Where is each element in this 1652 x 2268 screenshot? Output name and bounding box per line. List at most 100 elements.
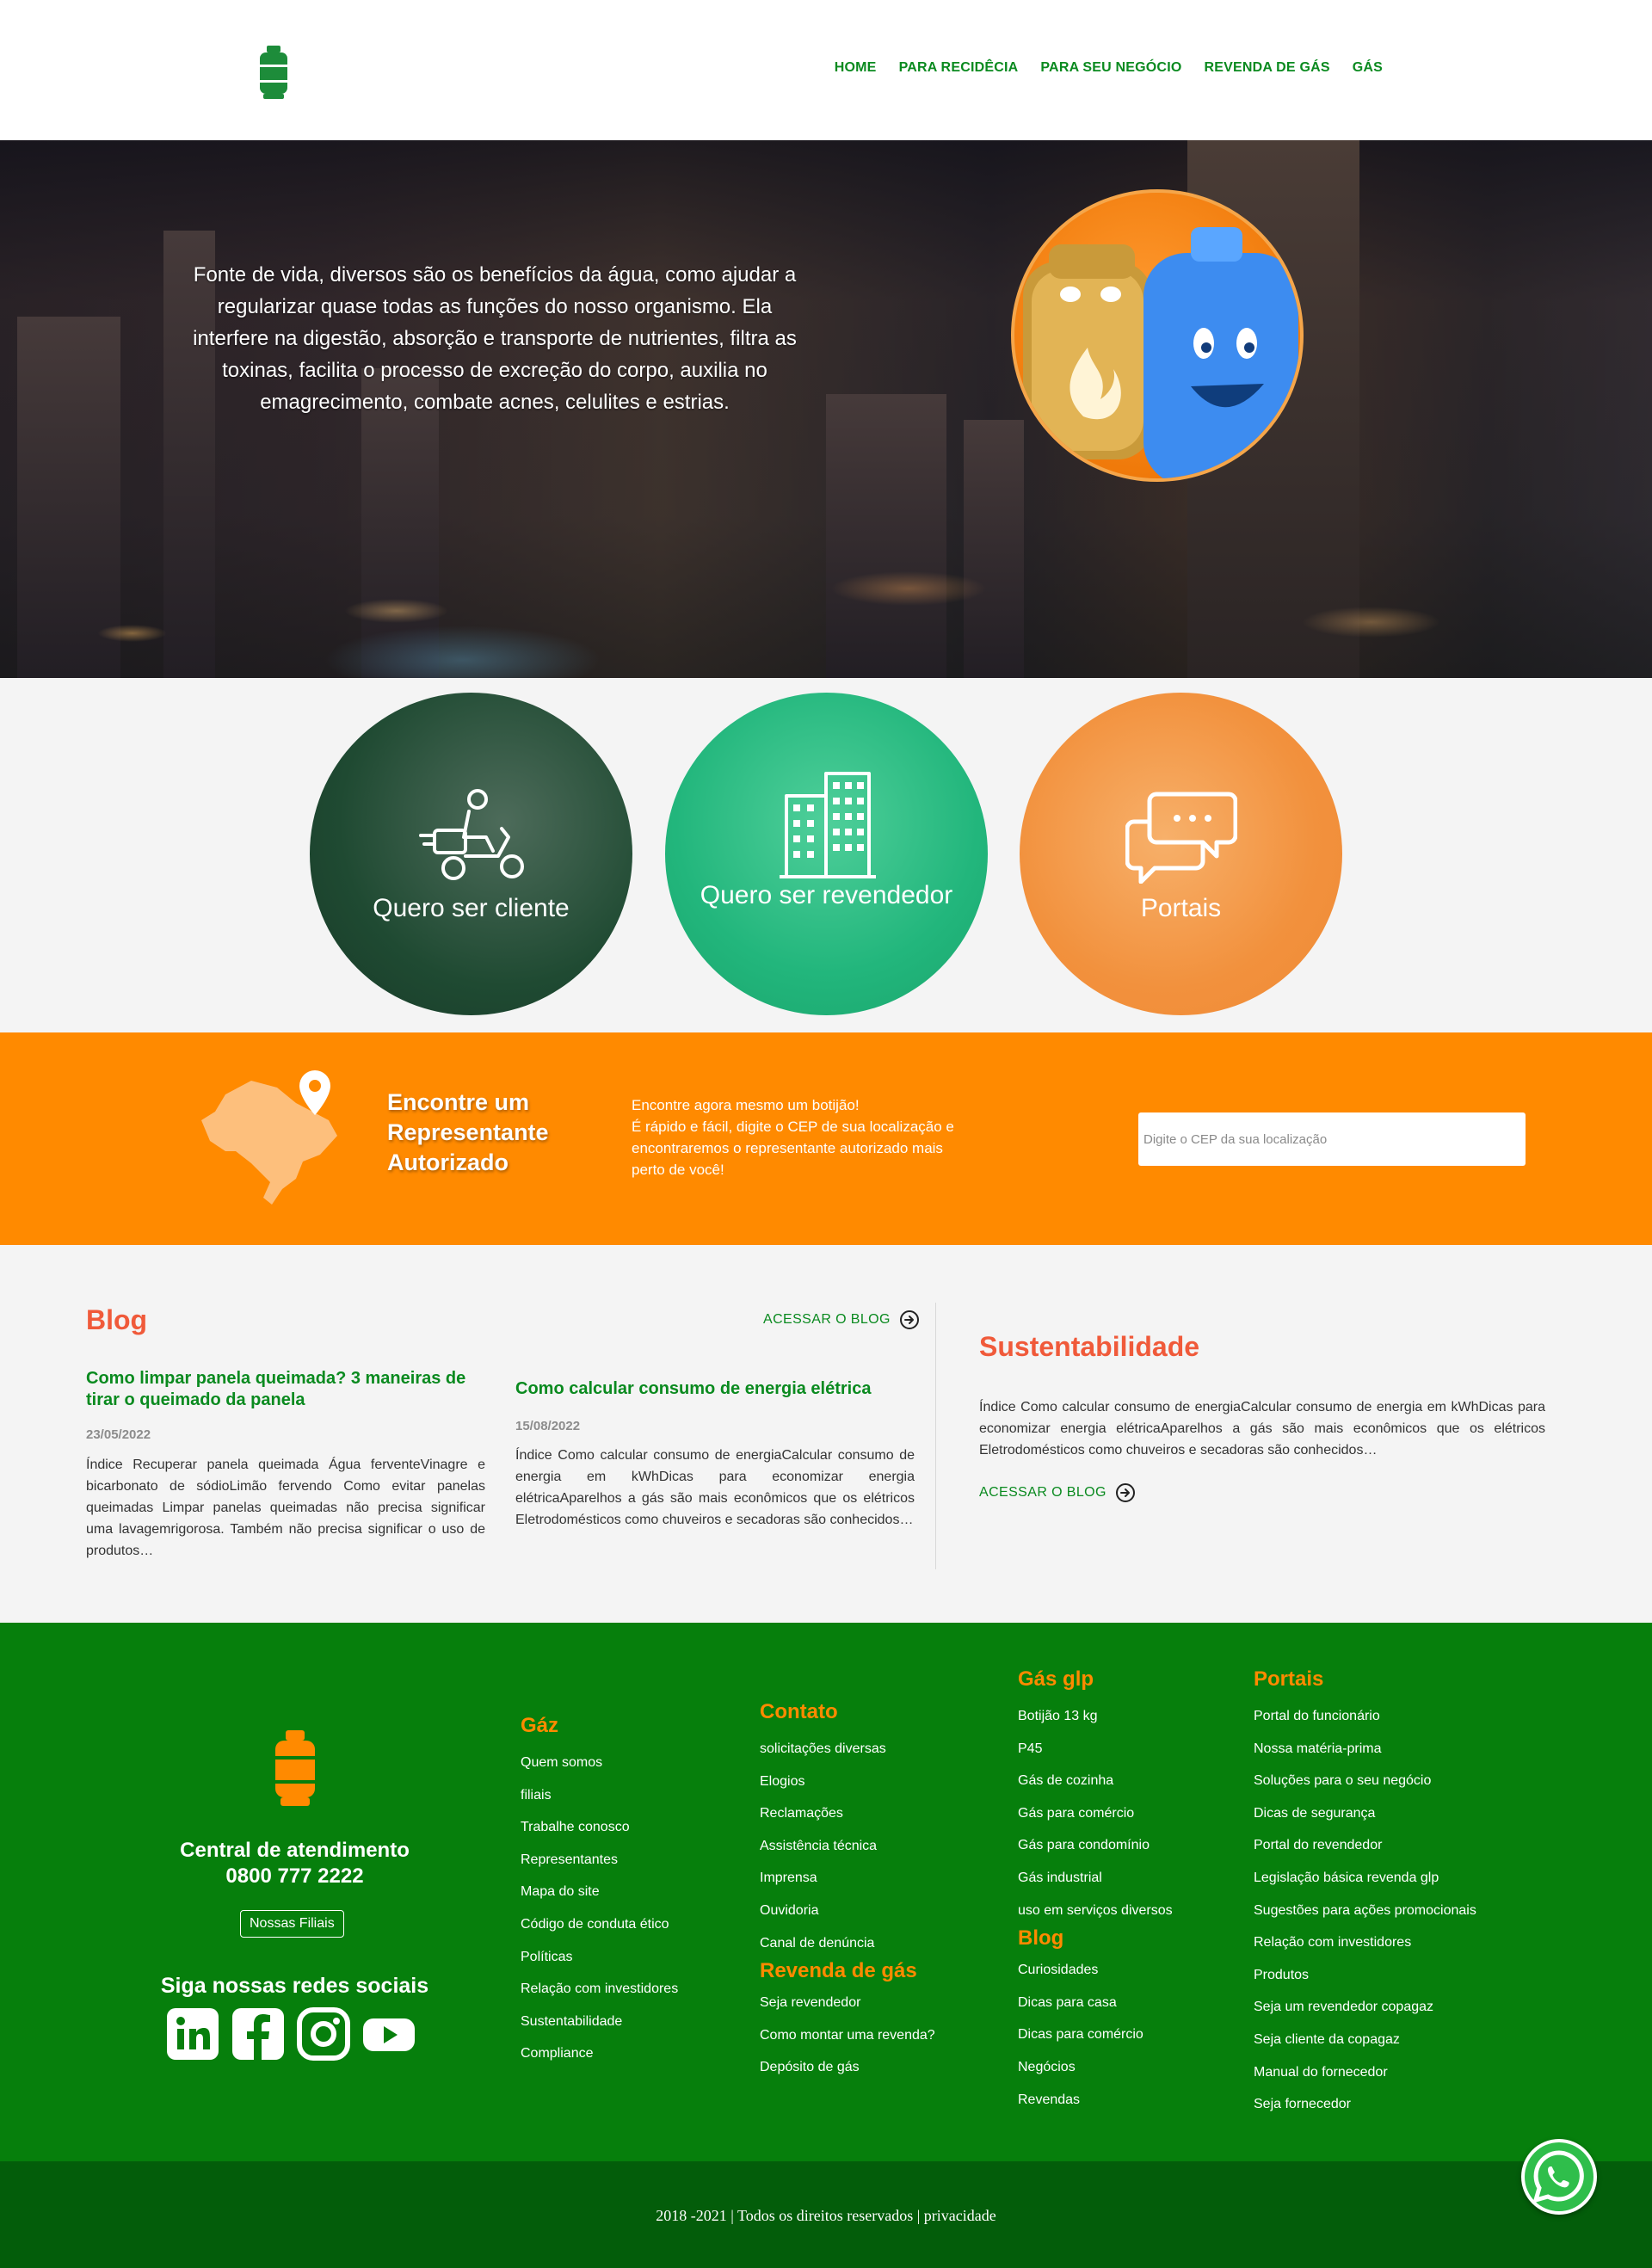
footer-link[interactable]: Seja revendedor xyxy=(760,1987,935,2019)
main-nav: HOME PARA RECIDÊCIA PARA SEU NEGÓCIO REV… xyxy=(835,60,1383,76)
footer-link[interactable]: Dicas para comércio xyxy=(1018,2018,1173,2051)
footer-link[interactable]: Depósito de gás xyxy=(760,2051,935,2084)
circle-quero-ser-revendedor[interactable]: Quero ser revendedor xyxy=(665,693,988,1015)
footer-link[interactable]: Produtos xyxy=(1254,1959,1476,1992)
footer-link[interactable]: Reclamações xyxy=(760,1797,935,1830)
circle-label: Quero ser cliente xyxy=(373,894,570,922)
hero-banner: Fonte de vida, diversos são os benefício… xyxy=(0,140,1652,678)
circle-quero-ser-cliente[interactable]: Quero ser cliente xyxy=(310,693,632,1015)
footer-col-gaz: Gáz Quem somos filiais Trabalhe conosco … xyxy=(521,1714,678,2070)
footer-link[interactable]: Assistência técnica xyxy=(760,1830,935,1863)
footer-link[interactable]: Negócios xyxy=(1018,2051,1173,2084)
section-divider xyxy=(935,1303,936,1569)
footer-link[interactable]: Elogios xyxy=(760,1766,935,1798)
footer-link[interactable]: Revendas xyxy=(1018,2084,1173,2117)
building-icon xyxy=(780,772,876,878)
footer-link[interactable]: Seja um revendedor copagaz xyxy=(1254,1991,1476,2024)
footer-link[interactable]: Canal de denúncia xyxy=(760,1927,935,1960)
nossas-filiais-button[interactable]: Nossas Filiais xyxy=(240,1910,344,1938)
circle-portais[interactable]: Portais xyxy=(1020,693,1342,1015)
footer-col-title: Gás glp xyxy=(1018,1667,1094,1691)
footer-link[interactable]: Dicas de segurança xyxy=(1254,1797,1476,1830)
footer-link[interactable]: Legislação básica revenda glp xyxy=(1254,1862,1476,1895)
footer-link[interactable]: Mapa do site xyxy=(521,1876,678,1908)
footer-link[interactable]: Portal do revendedor xyxy=(1254,1829,1476,1862)
service-circles: Quero ser cliente Quero ser revendedor P… xyxy=(0,678,1652,1032)
central-phone[interactable]: 0800 777 2222 xyxy=(138,1864,452,1889)
blog-section: Blog ACESSAR O BLOG Como limpar panela q… xyxy=(0,1245,1652,1623)
instagram-icon[interactable] xyxy=(296,2006,351,2062)
cep-input[interactable] xyxy=(1138,1112,1526,1166)
band-description-line1: Encontre agora mesmo um botijão! xyxy=(632,1097,860,1113)
footer-link[interactable]: Imprensa xyxy=(760,1862,935,1895)
chat-bubbles-icon xyxy=(1125,792,1237,884)
blog-post-card: Como limpar panela queimada? 3 maneiras … xyxy=(86,1368,485,1562)
footer-link[interactable]: Sugestões para ações promocionais xyxy=(1254,1895,1476,1927)
footer-link[interactable]: Políticas xyxy=(521,1941,678,1974)
access-blog-label: ACESSAR O BLOG xyxy=(763,1312,891,1327)
blog-post-title[interactable]: Como calcular consumo de energia elétric… xyxy=(515,1378,915,1400)
footer-link[interactable]: Compliance xyxy=(521,2037,678,2070)
central-atendimento: Central de atendimento 0800 777 2222 xyxy=(138,1838,452,1889)
sustentabilidade-title: Sustentabilidade xyxy=(979,1331,1200,1362)
facebook-icon[interactable] xyxy=(231,2006,286,2062)
footer-link[interactable]: Sustentabilidade xyxy=(521,2006,678,2038)
footer-bottom-bar: 2018 -2021 | Todos os direitos reservado… xyxy=(0,2161,1652,2268)
footer-link[interactable]: Portal do funcionário xyxy=(1254,1700,1476,1733)
footer-link[interactable]: Curiosidades xyxy=(1018,1954,1173,1987)
nav-gas[interactable]: GÁS xyxy=(1353,60,1383,76)
footer-link[interactable]: solicitações diversas xyxy=(760,1733,935,1766)
footer-col-title: Contato xyxy=(760,1700,838,1723)
gas-cylinder-logo-icon xyxy=(275,1730,315,1806)
footer-link[interactable]: Código de conduta ético xyxy=(521,1908,678,1941)
blog-post-title[interactable]: Como limpar panela queimada? 3 maneiras … xyxy=(86,1368,485,1411)
blog-post-date: 15/08/2022 xyxy=(515,1419,581,1433)
nav-home[interactable]: HOME xyxy=(835,60,877,76)
footer-col-portais: Portais Portal do funcionário Nossa maté… xyxy=(1254,1667,1476,2121)
footer-link[interactable]: Dicas para casa xyxy=(1018,1987,1173,2019)
footer-link[interactable]: Gás para comércio xyxy=(1018,1797,1173,1830)
footer-link[interactable]: P45 xyxy=(1018,1733,1173,1766)
nav-revenda-de-gas[interactable]: REVENDA DE GÁS xyxy=(1204,60,1329,76)
site-header: HOME PARA RECIDÊCIA PARA SEU NEGÓCIO REV… xyxy=(0,0,1652,140)
footer-col-title: Revenda de gás xyxy=(760,1959,917,1983)
whatsapp-button[interactable] xyxy=(1521,2139,1597,2215)
footer-link[interactable]: Como montar uma revenda? xyxy=(760,2019,935,2052)
footer-link[interactable]: Representantes xyxy=(521,1844,678,1877)
footer-link[interactable]: Seja fornecedor xyxy=(1254,2088,1476,2121)
blog-post-excerpt: Índice Como calcular consumo de energiaC… xyxy=(515,1448,915,1527)
blog-post-excerpt: Índice Recuperar panela queimada Água fe… xyxy=(86,1458,485,1558)
footer-link[interactable]: Gás para condomínio xyxy=(1018,1829,1173,1862)
footer-link[interactable]: Gás de cozinha xyxy=(1018,1765,1173,1797)
blog-title: Blog xyxy=(86,1304,148,1335)
footer-link[interactable]: Trabalhe conosco xyxy=(521,1811,678,1844)
brazil-map-pin-icon xyxy=(201,1070,337,1205)
footer-link[interactable]: Gás industrial xyxy=(1018,1862,1173,1895)
linkedin-icon[interactable] xyxy=(165,2006,220,2062)
footer-link[interactable]: Botijão 13 kg xyxy=(1018,1700,1173,1733)
copyright-text: 2018 -2021 | Todos os direitos reservado… xyxy=(656,2207,996,2224)
band-description-line2: É rápido e fácil, digite o CEP de sua lo… xyxy=(632,1119,954,1178)
footer-link[interactable]: Manual do fornecedor xyxy=(1254,2056,1476,2089)
footer-link[interactable]: Soluções para o seu negócio xyxy=(1254,1765,1476,1797)
footer-link[interactable]: Seja cliente da copagaz xyxy=(1254,2024,1476,2056)
youtube-icon[interactable] xyxy=(361,2006,416,2062)
gas-cylinder-logo-icon[interactable] xyxy=(258,46,289,99)
footer-link[interactable]: Relação com investidores xyxy=(521,1973,678,2006)
footer-col-title: Portais xyxy=(1254,1667,1324,1691)
footer-link[interactable]: uso em serviços diversos xyxy=(1018,1895,1173,1927)
sustentabilidade-text: Índice Como calcular consumo de energiaC… xyxy=(979,1400,1545,1458)
footer-link[interactable]: Relação com investidores xyxy=(1254,1926,1476,1959)
footer-link[interactable]: Ouvidoria xyxy=(760,1895,935,1927)
footer-link[interactable]: Nossa matéria-prima xyxy=(1254,1733,1476,1766)
footer-link[interactable]: Quem somos xyxy=(521,1747,678,1779)
sustentabilidade-access-blog-link[interactable]: ACESSAR O BLOG xyxy=(979,1482,1136,1503)
access-blog-link[interactable]: ACESSAR O BLOG xyxy=(763,1310,920,1330)
nav-para-seu-negocio[interactable]: PARA SEU NEGÓCIO xyxy=(1040,60,1181,76)
social-title: Siga nossas redes sociais xyxy=(160,1974,429,1998)
delivery-scooter-icon xyxy=(419,789,524,880)
mascot-gas-water-icon xyxy=(1011,189,1304,482)
blog-post-card: Como calcular consumo de energia elétric… xyxy=(515,1378,915,1531)
footer-link[interactable]: filiais xyxy=(521,1779,678,1812)
nav-para-residencia[interactable]: PARA RECIDÊCIA xyxy=(899,60,1019,76)
